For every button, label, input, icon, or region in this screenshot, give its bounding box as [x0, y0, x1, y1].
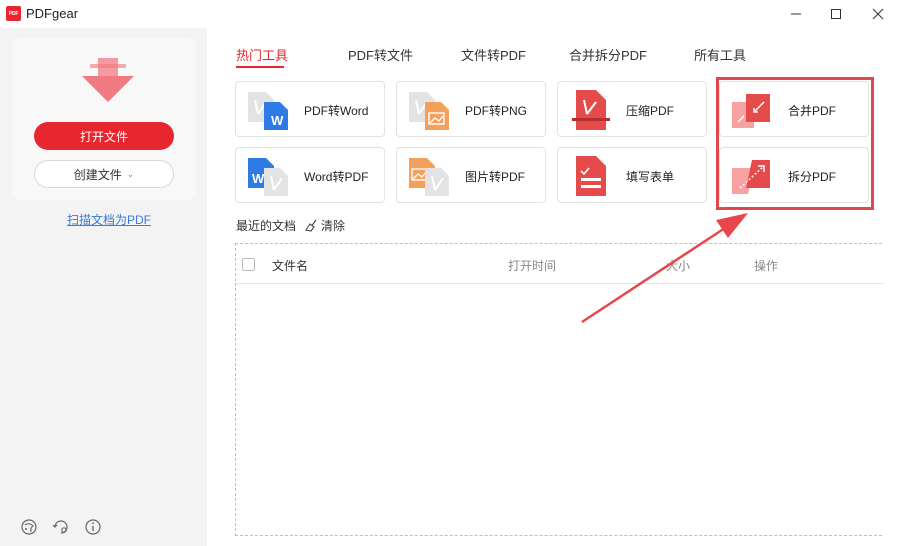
- tool-image-to-pdf[interactable]: 图片转PDF: [396, 147, 546, 203]
- tab-pdf-to-file[interactable]: PDF转文件: [348, 45, 413, 64]
- maximize-button[interactable]: [814, 0, 858, 28]
- download-arrow-icon: [82, 58, 134, 102]
- recent-documents-header: 最近的文档 清除: [236, 217, 345, 234]
- fill-form-icon: [576, 156, 606, 196]
- column-size: 大小: [666, 259, 691, 273]
- app-logo-icon: PDF: [6, 6, 21, 21]
- tool-label: PDF转PNG: [465, 104, 528, 118]
- pdf-to-word-icon: W: [248, 92, 288, 130]
- title-bar: PDF PDFgear: [0, 0, 900, 28]
- highlight-annotation-box: [716, 77, 874, 210]
- close-icon: [872, 8, 884, 20]
- broom-icon: [305, 219, 317, 232]
- minimize-button[interactable]: [774, 0, 818, 28]
- pdf-to-png-icon: [409, 92, 449, 130]
- tool-label: Word转PDF: [304, 170, 369, 184]
- tab-file-to-pdf[interactable]: 文件转PDF: [461, 45, 526, 64]
- open-file-button[interactable]: 打开文件: [34, 122, 174, 150]
- table-header: 文件名 打开时间 大小 操作: [236, 244, 883, 284]
- recent-documents-title: 最近的文档: [236, 219, 297, 233]
- svg-text:W: W: [252, 171, 265, 186]
- theme-icon[interactable]: [20, 518, 38, 536]
- tool-compress-pdf[interactable]: 压缩PDF: [557, 81, 707, 137]
- tool-fill-form[interactable]: 填写表单: [557, 147, 707, 203]
- create-file-label: 创建文件: [73, 167, 122, 182]
- tool-label: 填写表单: [626, 170, 675, 184]
- column-open-time: 打开时间: [508, 259, 557, 273]
- tool-label: 图片转PDF: [465, 170, 526, 184]
- tool-pdf-to-word[interactable]: W PDF转Word: [235, 81, 385, 137]
- clear-label: 清除: [321, 219, 346, 233]
- close-button[interactable]: [856, 0, 900, 28]
- active-tab-indicator: [236, 66, 284, 68]
- minimize-icon: [791, 13, 801, 15]
- compress-pdf-icon: [572, 90, 610, 130]
- svg-text:W: W: [271, 113, 284, 128]
- open-file-card[interactable]: 打开文件 创建文件 ⌄: [12, 38, 196, 200]
- select-all-checkbox[interactable]: [242, 258, 255, 271]
- tool-pdf-to-png[interactable]: PDF转PNG: [396, 81, 546, 137]
- create-file-button[interactable]: 创建文件 ⌄: [34, 160, 174, 188]
- app-window: PDF PDFgear 打开文件 创建文件 ⌄ 扫描文档为PDF 热门工具 PD…: [0, 0, 900, 546]
- clear-button[interactable]: 清除: [304, 217, 345, 234]
- column-actions: 操作: [754, 259, 779, 273]
- scan-to-pdf-link[interactable]: 扫描文档为PDF: [67, 211, 151, 228]
- sidebar: 打开文件 创建文件 ⌄ 扫描文档为PDF: [0, 28, 207, 546]
- tool-label: PDF转Word: [304, 104, 369, 118]
- info-icon[interactable]: [84, 518, 102, 536]
- chevron-down-icon: ⌄: [126, 168, 135, 179]
- image-to-pdf-icon: [409, 158, 449, 196]
- tool-word-to-pdf[interactable]: W Word转PDF: [235, 147, 385, 203]
- column-filename: 文件名: [272, 259, 309, 273]
- tab-merge-split[interactable]: 合并拆分PDF: [569, 45, 647, 64]
- recent-documents-table: 文件名 打开时间 大小 操作: [235, 243, 883, 536]
- tab-hot-tools[interactable]: 热门工具: [236, 45, 288, 64]
- tab-all-tools[interactable]: 所有工具: [694, 45, 746, 64]
- app-title: PDFgear: [26, 6, 79, 21]
- update-settings-icon[interactable]: [52, 518, 70, 536]
- word-to-pdf-icon: W: [248, 158, 288, 196]
- maximize-icon: [831, 9, 841, 19]
- tool-label: 压缩PDF: [626, 104, 675, 118]
